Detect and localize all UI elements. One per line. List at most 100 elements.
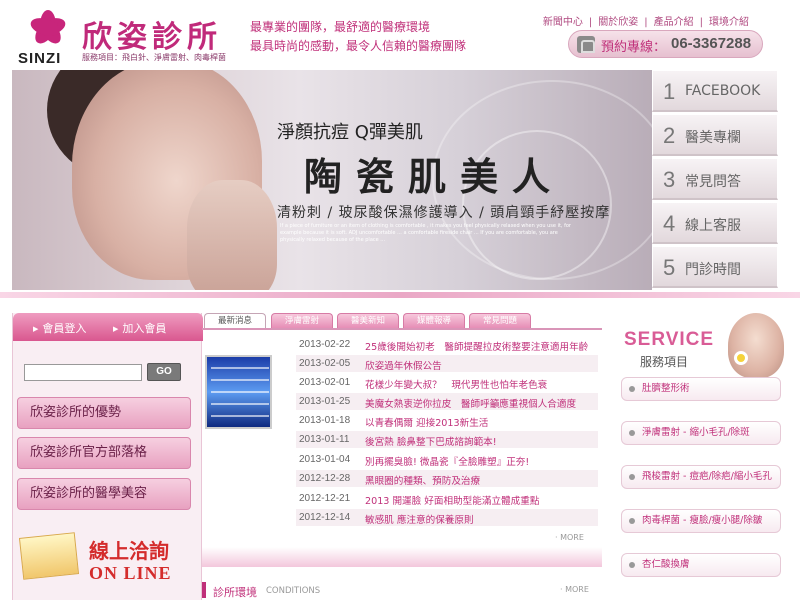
news-date: 2013-02-05 [299,358,351,369]
right-menu-label: 常見問答 [685,174,741,190]
phone-label: 預約專線： [601,40,667,55]
thumbnail-stair [211,367,269,369]
top-nav-separator: | [588,17,593,28]
slogan-line-2: 最具時尚的感動，最令人信賴的醫療團隊 [250,39,467,53]
advantages-button[interactable]: 欣姿診所的優勢 [17,397,191,429]
tab-beauty-news[interactable]: 醫美新知 [337,313,399,329]
right-menu-label: 門診時間 [685,262,741,278]
news-date: 2013-01-25 [299,396,351,407]
news-title[interactable]: 2013 開運臉 好面相助型能滿立體成重點 [365,493,539,507]
news-tab-underline [202,328,602,330]
online-inquiry-title: 線上洽詢 [89,539,169,563]
news-item[interactable]: 2013-01-25 美魔女熱衷逆你拉皮 醫師呼籲應重視個人合適度 [296,393,598,410]
right-menu-label: FACEBOOK [685,83,761,99]
news-item[interactable]: 2013-02-05 欣姿過年休假公告 [296,355,598,372]
flower-icon [734,351,748,365]
logo[interactable]: SINZI [18,8,78,67]
news-title[interactable]: 花樣少年變大叔？ 現代男性也怕年老色衰 [365,377,547,391]
top-nav: 新聞中心 | 關於欣姿 | 產品介紹 | 環境介紹 [540,13,752,28]
top-nav-environment[interactable]: 環境介紹 [709,17,749,28]
service-title-en: SERVICE [624,329,715,350]
envelope-icon [18,532,80,580]
news-item[interactable]: 2013-01-11 後宮熱 臉鼻整下巴成諮詢範本! [296,431,598,448]
conditions-title: 診所環境 [213,586,257,599]
right-menu-label: 醫美專欄 [685,130,741,146]
service-model-image [728,313,784,378]
tab-faq[interactable]: 常見問題 [469,313,531,329]
news-more-link[interactable]: · MORE [555,533,584,542]
tab-latest-news[interactable]: 最新消息 [204,313,266,329]
phone-box: 預約專線： 06-3367288 [568,30,763,58]
right-menu-faq[interactable]: 3 常見問答 [652,158,778,200]
news-item[interactable]: 2012-12-28 黑眼圈的種類、預防及治療 [296,470,598,487]
right-menu-clinic-hours[interactable]: 5 門診時間 [652,246,778,288]
service-item[interactable]: 飛梭雷射 - 痘疤/除疤/縮小毛孔 [621,465,781,489]
banner-headline: 淨顏抗痘 Q彈美肌 [277,122,423,143]
left-sidebar: 會員登入 加入會員 GO 欣姿診所的優勢 欣姿診所官方部落格 欣姿診所的醫學美容… [12,313,203,600]
news-thumbnail[interactable] [205,355,272,429]
right-menu-number: 4 [663,211,676,236]
thumbnail-stair [211,403,269,405]
news-date: 2012-12-28 [299,473,351,484]
official-blog-button[interactable]: 欣姿診所官方部落格 [17,437,191,469]
banner-big-text: 陶瓷肌美人 [304,154,565,199]
brand-name: 欣姿診所 [82,20,222,55]
online-inquiry-banner[interactable]: 線上洽詢 ON LINE [17,523,191,600]
thumbnail-stair [211,391,269,393]
news-title[interactable]: 黑眼圈的種類、預防及治療 [365,473,480,487]
member-login-link[interactable]: 會員登入 [33,320,86,336]
top-nav-about[interactable]: 關於欣姿 [598,17,638,28]
news-title[interactable]: 後宮熱 臉鼻整下巴成諮詢範本! [365,434,497,448]
top-nav-news[interactable]: 新聞中心 [543,17,583,28]
news-date: 2013-01-18 [299,415,351,426]
slogan-line-1: 最專業的團隊，最舒適的醫療環境 [250,20,431,34]
news-date: 2013-01-04 [299,454,351,465]
banner-model-hand [187,180,277,290]
news-footer-gradient [202,547,602,567]
right-menu-label: 線上客服 [685,218,741,234]
news-date: 2012-12-14 [299,512,351,523]
page: { "brand": { "logo_text": "SINZI", "name… [0,0,800,600]
service-item[interactable]: 肉毒桿菌 - 瘦臉/瘦小腿/除皺 [621,509,781,533]
news-title[interactable]: 欣姿過年休假公告 [365,358,442,372]
news-date: 2013-01-11 [299,434,350,445]
tab-laser[interactable]: 淨膚雷射 [271,313,333,329]
news-date: 2013-02-01 [299,377,351,388]
news-title[interactable]: 敏感肌 應注意的保養原則 [365,512,474,526]
conditions-more-link[interactable]: · MORE [560,585,589,594]
banner-subline: 清粉刺 / 玻尿酸保濕修護導入 / 頭肩頸手紓壓按摩 [277,205,611,221]
service-title-cn: 服務項目 [640,355,689,369]
news-title[interactable]: 以青春偶爾 迎接2013新生活 [365,415,488,429]
brand-services-line: 服務項目：飛白針、淨膚雷射、肉毒桿菌 [82,53,226,62]
right-menu-facebook[interactable]: 1 FACEBOOK [652,70,778,112]
service-panel: SERVICE 服務項目 肚臍整形術 淨膚雷射 - 縮小毛孔/除斑 飛梭雷射 -… [618,313,788,600]
right-menu-number: 1 [663,79,676,104]
pink-divider [0,292,800,298]
go-button[interactable]: GO [147,363,181,381]
service-item[interactable]: 淨膚雷射 - 縮小毛孔/除斑 [621,421,781,445]
medical-beauty-button[interactable]: 欣姿診所的醫學美容 [17,478,191,510]
news-title[interactable]: 別再擺臭臉! 微晶瓷『全臉雕塑』正夯! [365,454,529,468]
right-menu-beauty-column[interactable]: 2 醫美專欄 [652,114,778,156]
top-nav-separator: | [644,17,648,28]
right-menu-number: 3 [663,167,676,192]
service-item[interactable]: 杏仁酸換膚 [621,553,781,577]
news-title[interactable]: 25歲後開始初老 醫師提醒拉皮術整要注意適用年齡 [365,339,588,353]
member-join-link[interactable]: 加入會員 [113,320,166,336]
news-title[interactable]: 美魔女熱衷逆你拉皮 醫師呼籲應重視個人合適度 [365,396,576,410]
hero-banner[interactable]: 淨顏抗痘 Q彈美肌 陶瓷肌美人 清粉刺 / 玻尿酸保濕修護導入 / 頭肩頸手紓壓… [12,70,652,290]
top-nav-products[interactable]: 產品介紹 [654,17,694,28]
right-menu: 1 FACEBOOK 2 醫美專欄 3 常見問答 4 線上客服 5 門診時間 [652,70,778,290]
member-bar: 會員登入 加入會員 [13,313,203,341]
tab-media[interactable]: 媒體報導 [403,313,465,329]
login-input[interactable] [24,364,142,381]
news-item[interactable]: 2012-12-14 敏感肌 應注意的保養原則 [296,509,598,526]
top-nav-separator: | [699,17,703,28]
phone-icon [577,36,595,53]
thumbnail-stair [211,379,269,381]
service-item[interactable]: 肚臍整形術 [621,377,781,401]
phone-number[interactable]: 06-3367288 [671,35,751,52]
right-menu-number: 5 [663,255,676,280]
right-menu-online-service[interactable]: 4 線上客服 [652,202,778,244]
online-inquiry-subtitle: ON LINE [89,563,172,583]
